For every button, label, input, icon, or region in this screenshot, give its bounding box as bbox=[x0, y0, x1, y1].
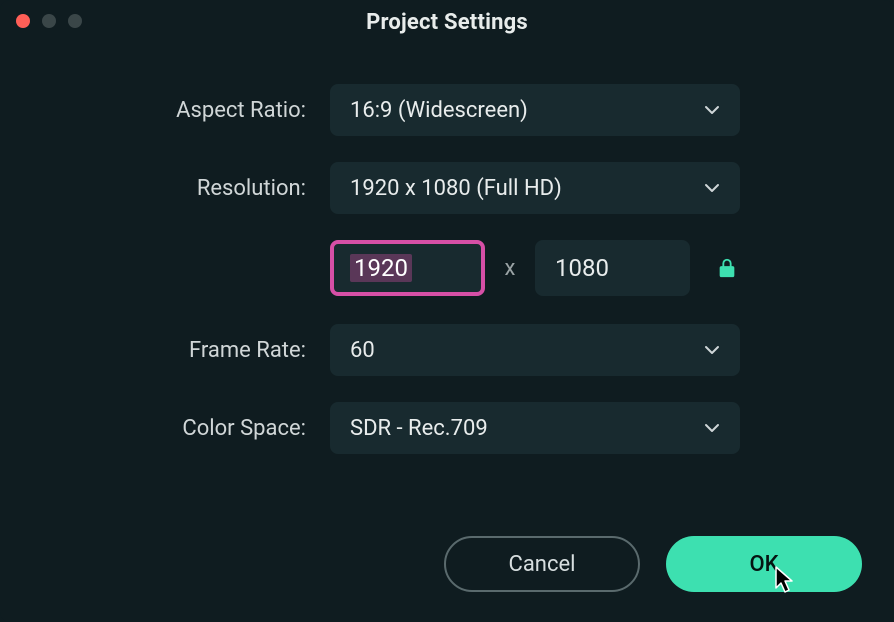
aspect-ratio-select[interactable]: 16:9 (Widescreen) bbox=[330, 84, 740, 136]
resolution-height-input[interactable]: 1080 bbox=[535, 240, 690, 296]
resolution-width-input[interactable]: 1920 bbox=[330, 240, 485, 296]
chevron-down-icon bbox=[704, 102, 720, 118]
project-settings-dialog: Project Settings Aspect Ratio: 16:9 (Wid… bbox=[0, 0, 894, 622]
minimize-window-button[interactable] bbox=[42, 14, 56, 28]
ok-button-label: OK bbox=[749, 552, 778, 577]
dialog-title: Project Settings bbox=[0, 10, 894, 35]
aspect-ratio-row: Aspect Ratio: 16:9 (Widescreen) bbox=[40, 84, 854, 136]
frame-rate-row: Frame Rate: 60 bbox=[40, 324, 854, 376]
frame-rate-label: Frame Rate: bbox=[40, 338, 330, 363]
ok-button[interactable]: OK bbox=[666, 536, 862, 592]
frame-rate-value: 60 bbox=[350, 338, 375, 363]
chevron-down-icon bbox=[704, 180, 720, 196]
dialog-content: Aspect Ratio: 16:9 (Widescreen) Resoluti… bbox=[0, 44, 894, 454]
resolution-width-value: 1920 bbox=[350, 254, 412, 282]
resolution-separator: x bbox=[503, 256, 517, 281]
resolution-value: 1920 x 1080 (Full HD) bbox=[350, 176, 562, 201]
color-space-row: Color Space: SDR - Rec.709 bbox=[40, 402, 854, 454]
cancel-button-label: Cancel bbox=[509, 552, 576, 577]
frame-rate-select[interactable]: 60 bbox=[330, 324, 740, 376]
cancel-button[interactable]: Cancel bbox=[444, 536, 640, 592]
titlebar: Project Settings bbox=[0, 0, 894, 44]
chevron-down-icon bbox=[704, 342, 720, 358]
lock-icon[interactable] bbox=[716, 257, 738, 279]
aspect-ratio-label: Aspect Ratio: bbox=[40, 98, 330, 123]
chevron-down-icon bbox=[704, 420, 720, 436]
color-space-value: SDR - Rec.709 bbox=[350, 416, 488, 441]
window-controls bbox=[16, 14, 82, 28]
aspect-ratio-value: 16:9 (Widescreen) bbox=[350, 98, 528, 123]
dialog-footer: Cancel OK bbox=[444, 536, 862, 592]
color-space-select[interactable]: SDR - Rec.709 bbox=[330, 402, 740, 454]
close-window-button[interactable] bbox=[16, 14, 30, 28]
resolution-inputs: 1920 x 1080 bbox=[330, 240, 854, 296]
color-space-label: Color Space: bbox=[40, 416, 330, 441]
resolution-select[interactable]: 1920 x 1080 (Full HD) bbox=[330, 162, 740, 214]
resolution-height-value: 1080 bbox=[555, 254, 609, 282]
resolution-row: Resolution: 1920 x 1080 (Full HD) bbox=[40, 162, 854, 214]
resolution-label: Resolution: bbox=[40, 176, 330, 201]
zoom-window-button[interactable] bbox=[68, 14, 82, 28]
